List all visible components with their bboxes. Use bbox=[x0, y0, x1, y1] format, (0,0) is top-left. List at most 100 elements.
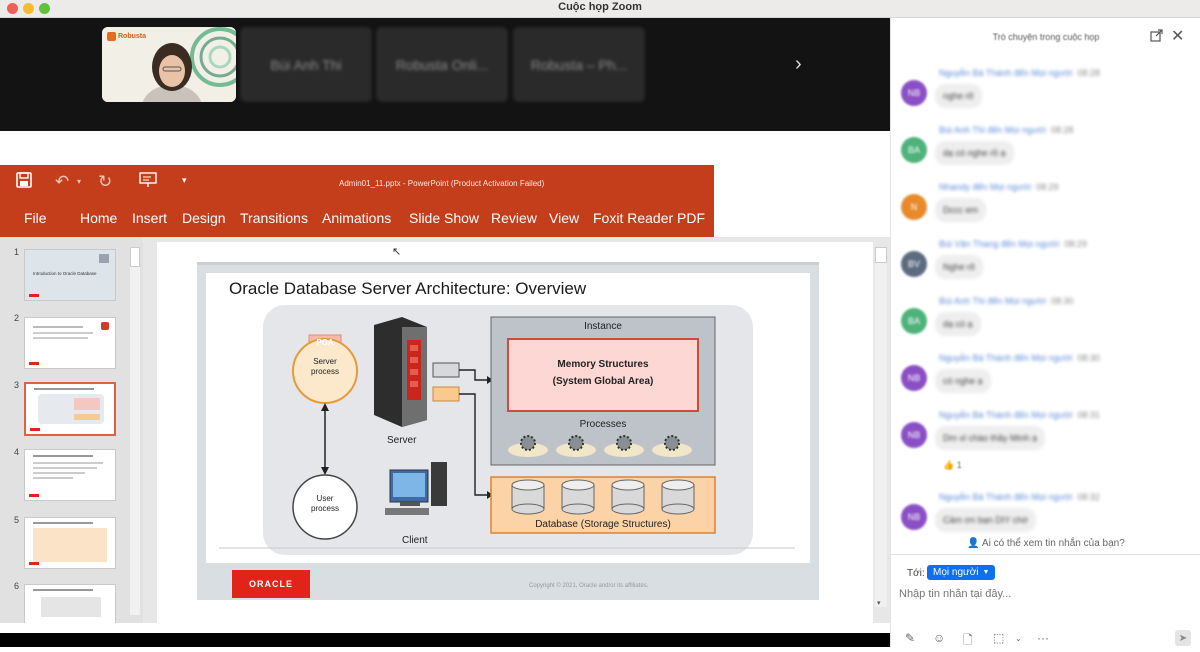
present-icon[interactable] bbox=[139, 172, 157, 193]
save-icon[interactable] bbox=[16, 172, 32, 193]
server-drive bbox=[410, 345, 418, 351]
thumbnail-oracle-mark bbox=[30, 428, 40, 431]
client-stand bbox=[400, 502, 420, 506]
pop-out-icon[interactable] bbox=[1150, 29, 1163, 47]
client-tower bbox=[431, 462, 447, 506]
thumbnail-title: Introduction to Oracle Database bbox=[33, 271, 97, 276]
thumbnail-bookmark-icon bbox=[99, 254, 109, 263]
window-title: Cuộc họp Zoom bbox=[558, 1, 642, 13]
sga-label: (System Global Area) bbox=[552, 376, 654, 387]
message-sender: Nguyễn Bá Thành đến Mọi người 08:32 bbox=[939, 492, 1100, 502]
chat-message: NB Nguyễn Bá Thành đến Mọi người 08:30 c… bbox=[891, 353, 1191, 403]
slide-thumbnail-3[interactable] bbox=[24, 382, 116, 436]
thumbnail-number: 3 bbox=[14, 380, 20, 390]
avatar: NB bbox=[901, 80, 927, 106]
thumbnail-text-line bbox=[33, 337, 88, 339]
send-icon[interactable]: ➤ bbox=[1175, 630, 1191, 646]
thumbnail-oracle-mark bbox=[29, 362, 39, 365]
chat-message: NB Nguyễn Bá Thành đến Mọi người 08:28 n… bbox=[891, 68, 1191, 118]
avatar: NB bbox=[901, 365, 927, 391]
database-label: Database (Storage Structures) bbox=[535, 519, 671, 530]
thumbnail-text-line bbox=[33, 472, 85, 474]
server-label: Server bbox=[387, 435, 417, 446]
window-titlebar: Cuộc họp Zoom bbox=[0, 0, 1200, 18]
message-sender: Nguyễn Bá Thành đến Mọi người 08:30 bbox=[939, 353, 1100, 363]
chat-header: Trò chuyện trong cuộc họp ✕ bbox=[891, 18, 1200, 56]
undo-icon[interactable]: ↶ bbox=[55, 172, 69, 192]
thumbnail-number: 4 bbox=[14, 447, 20, 457]
robusta-logo: Robusta bbox=[118, 33, 146, 40]
slide-thumbnail-5[interactable] bbox=[24, 517, 116, 569]
redo-icon[interactable]: ↻ bbox=[98, 172, 112, 192]
slide-thumbnail-4[interactable] bbox=[24, 449, 116, 501]
menu-animations[interactable]: Animations bbox=[322, 210, 391, 226]
avatar: BA bbox=[901, 137, 927, 163]
file-icon[interactable]: 🗋 bbox=[963, 631, 973, 652]
format-icon[interactable]: ✎ bbox=[905, 631, 915, 645]
current-slide: Oracle Database Server Architecture: Ove… bbox=[197, 262, 819, 600]
chevron-right-icon[interactable]: › bbox=[795, 53, 802, 76]
screenshot-chevron-icon[interactable]: ⌄ bbox=[1015, 634, 1022, 643]
participant-tile[interactable]: Robusta Onli... bbox=[376, 27, 508, 102]
avatar: BV bbox=[901, 251, 927, 277]
copyright-text: Copyright © 2021, Oracle and/or its affi… bbox=[529, 583, 649, 589]
menu-transitions[interactable]: Transitions bbox=[240, 210, 308, 226]
slide-thumbnail-1[interactable]: Introduction to Oracle Database bbox=[24, 249, 116, 301]
who-can-see-link[interactable]: 👤 Ai có thể xem tin nhắn của bạn? bbox=[891, 538, 1200, 549]
process-gear bbox=[664, 435, 680, 451]
oracle-logo: ORACLE bbox=[232, 570, 310, 598]
process-gear bbox=[568, 435, 584, 451]
scroll-down-icon[interactable]: ▾ bbox=[877, 599, 881, 607]
emoji-icon[interactable]: ☺ bbox=[933, 631, 945, 645]
thumbnail-number: 6 bbox=[14, 581, 20, 591]
recipient-dropdown[interactable]: Mọi người ▼ bbox=[927, 565, 996, 580]
menu-review[interactable]: Review bbox=[491, 210, 537, 226]
menu-design[interactable]: Design bbox=[182, 210, 226, 226]
thumbnail-text-line bbox=[33, 589, 93, 591]
sga-box bbox=[507, 338, 699, 412]
avatar: N bbox=[901, 194, 927, 220]
server-connector bbox=[432, 362, 460, 378]
menu-foxit-reader-pdf[interactable]: Foxit Reader PDF bbox=[593, 210, 705, 226]
thumbnail-scrollbar[interactable] bbox=[130, 247, 140, 615]
menu-file[interactable]: File bbox=[24, 210, 47, 226]
screenshot-icon[interactable]: ⬚ bbox=[993, 631, 1004, 645]
message-sender: Nhandy đến Mọi người 08:29 bbox=[939, 182, 1059, 192]
server-drive bbox=[410, 357, 418, 363]
slide-thumbnail-pane[interactable]: 1 Introduction to Oracle Database 2 3 4 … bbox=[0, 237, 143, 623]
menu-home[interactable]: Home bbox=[80, 210, 117, 226]
participant-tile[interactable]: Robusta – Ph... bbox=[513, 27, 645, 102]
slide-scrollbar[interactable]: ▾ bbox=[875, 247, 887, 607]
person-icon: 👤 bbox=[967, 538, 980, 549]
message-sender: Bùi Anh Thi đến Mọi người 08:30 bbox=[939, 296, 1074, 306]
thumbnail-diagram-box bbox=[74, 414, 100, 420]
slide-thumbnail-2[interactable] bbox=[24, 317, 116, 369]
menu-insert[interactable]: Insert bbox=[132, 210, 167, 226]
message-bubble: nghe rõ bbox=[935, 84, 982, 108]
slide-thumbnail-6[interactable] bbox=[24, 584, 116, 623]
instance-label: Instance bbox=[584, 321, 622, 332]
participant-tile[interactable]: Bùi Anh Thi bbox=[240, 27, 372, 102]
server-drive bbox=[410, 381, 418, 387]
slide-canvas[interactable]: Oracle Database Server Architecture: Ove… bbox=[157, 242, 873, 623]
video-gallery: Robusta Bùi Anh Thi Robusta Onli... Robu… bbox=[0, 18, 890, 131]
mouse-cursor-icon: ↖ bbox=[392, 246, 402, 258]
chat-message: NB Nguyễn Bá Thành đến Mọi người 08:32 C… bbox=[891, 492, 1191, 542]
more-icon[interactable]: ··· bbox=[1037, 631, 1049, 645]
thumbnail-diagram bbox=[41, 597, 101, 617]
close-icon[interactable]: ✕ bbox=[1171, 26, 1184, 46]
menu-view[interactable]: View bbox=[549, 210, 579, 226]
message-sender: Nguyễn Bá Thành đến Mọi người 08:28 bbox=[939, 68, 1100, 78]
thumbnail-text-line bbox=[34, 388, 94, 390]
slide-scroll-thumb[interactable] bbox=[875, 247, 887, 263]
shared-screen-powerpoint: ↶ ▾ ↻ ▾ Admin01_11.pptx - PowerPoint (Pr… bbox=[0, 165, 890, 623]
reaction-badge[interactable]: 👍 1 bbox=[943, 460, 962, 471]
message-input[interactable] bbox=[899, 585, 1189, 603]
undo-dropdown-icon[interactable]: ▾ bbox=[77, 177, 81, 186]
thumbnail-scroll-thumb[interactable] bbox=[130, 247, 140, 267]
document-title: Admin01_11.pptx - PowerPoint (Product Ac… bbox=[339, 179, 545, 188]
chat-message: BA Bùi Anh Thi đến Mọi người 08:28 dạ có… bbox=[891, 125, 1191, 175]
customize-icon[interactable]: ▾ bbox=[182, 175, 187, 186]
self-video-tile[interactable]: Robusta bbox=[102, 27, 236, 102]
menu-slide-show[interactable]: Slide Show bbox=[409, 210, 479, 226]
